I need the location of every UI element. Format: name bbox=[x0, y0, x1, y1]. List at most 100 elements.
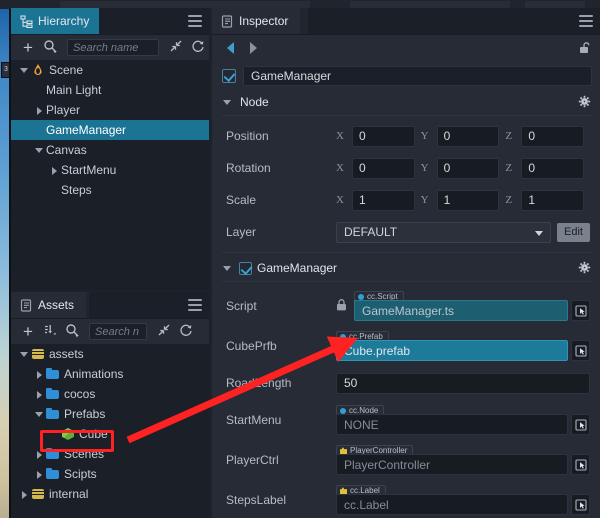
scale-z-input[interactable]: 1 bbox=[521, 189, 585, 211]
assets-menu-icon[interactable] bbox=[188, 299, 202, 311]
inspector-tabbar: Inspector bbox=[212, 8, 600, 35]
chevron-right-icon[interactable] bbox=[34, 369, 44, 379]
asset-picker-button-startmenu[interactable] bbox=[571, 414, 590, 435]
position-x-input[interactable]: 0 bbox=[352, 125, 415, 147]
tree-row-label: Prefabs bbox=[64, 407, 106, 421]
rotation-z-input[interactable]: 0 bbox=[521, 157, 585, 179]
tree-row-steps[interactable]: Steps bbox=[11, 180, 209, 200]
rotation-label: Rotation bbox=[226, 161, 271, 175]
inspector-nav bbox=[212, 35, 600, 61]
scene-viewport-sliver[interactable] bbox=[0, 8, 9, 518]
node-section-header[interactable]: Node bbox=[212, 91, 600, 113]
assets-search-type-button[interactable] bbox=[61, 321, 83, 343]
tree-row-main-light[interactable]: Main Light bbox=[11, 80, 209, 100]
tab-assets[interactable]: Assets bbox=[11, 292, 87, 318]
db-icon bbox=[31, 347, 45, 361]
arrow-forward-icon[interactable] bbox=[242, 37, 264, 59]
node-name-value: GameManager bbox=[251, 69, 332, 83]
tree-row-label: Animations bbox=[64, 367, 124, 381]
chevron-down-icon[interactable] bbox=[222, 263, 232, 273]
chevron-down-icon[interactable] bbox=[34, 409, 44, 419]
layer-row: Layer DEFAULT Edit bbox=[212, 216, 600, 248]
tree-row-scene[interactable]: Scene bbox=[11, 60, 209, 80]
reference-value-startmenu[interactable]: NONE bbox=[336, 414, 568, 435]
axis-label-z: Z bbox=[505, 194, 513, 206]
rotation-x-input[interactable]: 0 bbox=[352, 157, 415, 179]
position-y-input[interactable]: 0 bbox=[436, 125, 500, 147]
tree-row-label: Player bbox=[46, 103, 81, 117]
assets-collapse-all-button[interactable] bbox=[153, 321, 175, 343]
reference-value-playerctrl[interactable]: PlayerController bbox=[336, 454, 568, 475]
gear-icon[interactable] bbox=[578, 261, 591, 274]
chevron-right-icon[interactable] bbox=[34, 105, 44, 115]
tree-row-player[interactable]: Player bbox=[11, 100, 209, 120]
hierarchy-add-button[interactable]: + bbox=[17, 37, 39, 59]
tree-row-internal[interactable]: internal bbox=[11, 484, 209, 504]
tab-inspector[interactable]: Inspector bbox=[212, 8, 301, 34]
component-header-divider bbox=[222, 281, 592, 282]
chevron-right-icon[interactable] bbox=[34, 469, 44, 479]
component-section-header[interactable]: GameManager bbox=[212, 257, 600, 279]
chevron-down-icon[interactable] bbox=[34, 145, 44, 155]
chevron-down-icon[interactable] bbox=[222, 97, 232, 107]
tree-row-assets[interactable]: assets bbox=[11, 344, 209, 364]
layer-edit-button[interactable]: Edit bbox=[557, 222, 590, 242]
scale-y-input[interactable]: 1 bbox=[436, 189, 500, 211]
reference-value-text: PlayerController bbox=[344, 457, 431, 472]
tab-hierarchy[interactable]: Hierarchy bbox=[11, 8, 102, 34]
hierarchy-search-input[interactable]: Search name bbox=[67, 39, 159, 56]
lock-open-icon[interactable] bbox=[579, 42, 591, 54]
chevron-down-icon[interactable] bbox=[19, 349, 29, 359]
tree-row-canvas[interactable]: Canvas bbox=[11, 140, 209, 160]
chevron-right-icon[interactable] bbox=[49, 165, 59, 175]
layer-value: DEFAULT bbox=[344, 225, 398, 239]
hierarchy-tree[interactable]: Scene Main Light Player GameManager Canvas St… bbox=[11, 60, 209, 290]
reference-value-cubeprfb[interactable]: Cube.prefab bbox=[336, 340, 568, 361]
asset-picker-button-playerctrl[interactable] bbox=[571, 454, 590, 475]
assets-sort-button[interactable] bbox=[39, 321, 61, 343]
hierarchy-search-type-button[interactable] bbox=[39, 37, 61, 59]
asset-picker-button-script[interactable] bbox=[571, 300, 590, 321]
prefab-dot-icon bbox=[340, 333, 346, 340]
position-z-input[interactable]: 0 bbox=[521, 125, 585, 147]
chevron-down-icon bbox=[535, 230, 544, 236]
scale-row: Scale X 1 Y 1 Z 1 bbox=[212, 184, 600, 216]
tree-row-label: Main Light bbox=[46, 83, 102, 97]
chevron-right-icon[interactable] bbox=[34, 389, 44, 399]
reference-value-script[interactable]: GameManager.ts bbox=[354, 300, 568, 321]
tree-row-animations[interactable]: Animations bbox=[11, 364, 209, 384]
node-enable-checkbox[interactable] bbox=[222, 69, 236, 83]
chevron-down-icon[interactable] bbox=[19, 65, 29, 75]
assets-search-input[interactable]: Search n bbox=[89, 323, 147, 340]
field-row-roadlength: RoadLength 50 bbox=[212, 366, 600, 400]
hierarchy-menu-icon[interactable] bbox=[188, 15, 202, 27]
folder-icon bbox=[46, 387, 60, 401]
tree-row-gamemanager[interactable]: GameManager bbox=[11, 120, 209, 140]
asset-picker-button-stepslabel[interactable] bbox=[571, 494, 590, 515]
layer-label: Layer bbox=[226, 225, 257, 239]
tab-inspector-label: Inspector bbox=[239, 14, 289, 28]
hierarchy-refresh-button[interactable] bbox=[187, 37, 209, 59]
inspector-menu-icon[interactable] bbox=[579, 15, 593, 27]
rotation-y-input[interactable]: 0 bbox=[436, 157, 500, 179]
tree-row-scipts[interactable]: Scipts bbox=[11, 464, 209, 484]
arrow-back-icon[interactable] bbox=[220, 37, 242, 59]
tree-row-prefabs[interactable]: Prefabs bbox=[11, 404, 209, 424]
folder-icon bbox=[46, 367, 60, 381]
assets-refresh-button[interactable] bbox=[175, 321, 197, 343]
component-enable-checkbox[interactable] bbox=[239, 261, 252, 275]
gear-icon[interactable] bbox=[578, 95, 591, 108]
tree-row-cocos[interactable]: cocos bbox=[11, 384, 209, 404]
hierarchy-collapse-all-button[interactable] bbox=[165, 37, 187, 59]
node-tag-icon bbox=[340, 407, 346, 414]
layer-dropdown[interactable]: DEFAULT bbox=[336, 221, 552, 243]
chevron-right-icon[interactable] bbox=[19, 489, 29, 499]
reference-value-stepslabel[interactable]: cc.Label bbox=[336, 494, 568, 515]
scale-x-input[interactable]: 1 bbox=[352, 189, 415, 211]
tree-row-startmenu[interactable]: StartMenu bbox=[11, 160, 209, 180]
tree-row-label: Scipts bbox=[64, 467, 97, 481]
node-name-input[interactable]: GameManager bbox=[243, 66, 592, 86]
asset-picker-button-cubeprfb[interactable] bbox=[571, 340, 590, 361]
assets-add-button[interactable]: + bbox=[17, 321, 39, 343]
field-input-roadlength[interactable]: 50 bbox=[336, 372, 590, 394]
